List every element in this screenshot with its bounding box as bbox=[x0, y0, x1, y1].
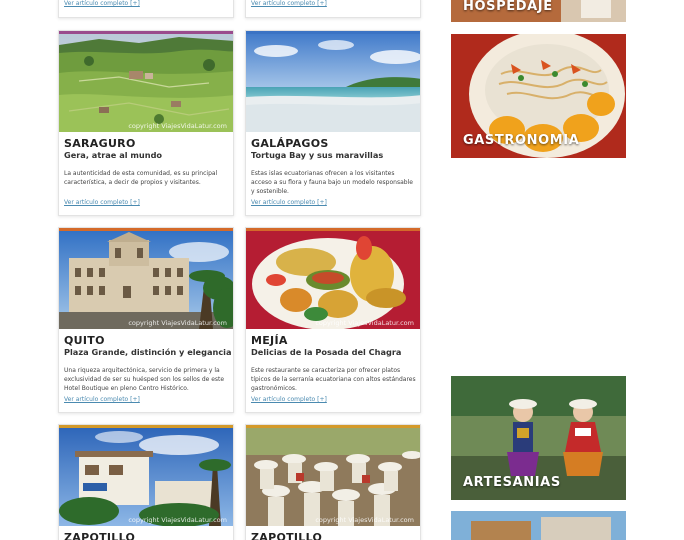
read-more-link[interactable]: Ver artículo completo [+] bbox=[64, 0, 140, 7]
card-subtitle: Gera, atrae al mundo bbox=[64, 150, 163, 160]
card-place: SARAGURO bbox=[64, 137, 136, 150]
quito-photo bbox=[59, 228, 233, 329]
card-place: GALÁPAGOS bbox=[251, 137, 329, 150]
zapotillo-hotel-photo bbox=[59, 425, 233, 526]
read-more-link[interactable]: Ver artículo completo [+] bbox=[251, 0, 327, 7]
next-promo-photo bbox=[451, 511, 626, 540]
promo-artesanias[interactable]: ARTESANIAS bbox=[451, 376, 626, 500]
zapotillo-festival-photo bbox=[246, 425, 420, 526]
mejia-food-image[interactable]: copyright ViajesVidaLatur.com bbox=[246, 228, 420, 329]
article-card-saraguro[interactable]: copyright ViajesVidaLatur.com SARAGURO G… bbox=[58, 30, 234, 216]
promo-next[interactable] bbox=[451, 511, 626, 540]
image-copyright: copyright ViajesVidaLatur.com bbox=[128, 122, 227, 130]
saraguro-landscape-image[interactable]: copyright ViajesVidaLatur.com bbox=[59, 31, 233, 132]
image-copyright: copyright ViajesVidaLatur.com bbox=[315, 319, 414, 327]
read-more-link[interactable]: Ver artículo completo [+] bbox=[64, 199, 140, 206]
card-description: Una riqueza arquitectónica, servicio de … bbox=[64, 367, 225, 392]
image-accent-bar bbox=[59, 425, 233, 428]
read-more-link[interactable]: Ver artículo completo [+] bbox=[251, 199, 327, 206]
article-card-top-left: Ver artículo completo [+] bbox=[58, 0, 234, 18]
article-card-galapagos[interactable]: GALÁPAGOS Tortuga Bay y sus maravillas E… bbox=[245, 30, 421, 216]
image-copyright: copyright ViajesVidaLatur.com bbox=[128, 516, 227, 524]
image-accent-bar bbox=[246, 228, 420, 231]
card-place: QUITO bbox=[64, 334, 105, 347]
zapotillo-hotel-image[interactable]: copyright ViajesVidaLatur.com bbox=[59, 425, 233, 526]
galapagos-photo bbox=[246, 31, 420, 132]
quito-building-image[interactable]: copyright ViajesVidaLatur.com bbox=[59, 228, 233, 329]
galapagos-beach-image[interactable] bbox=[246, 31, 420, 132]
promo-label: HOSPEDAJE bbox=[463, 0, 553, 14]
image-accent-bar bbox=[59, 228, 233, 231]
article-card-zapotillo-1[interactable]: copyright ViajesVidaLatur.com ZAPOTILLO bbox=[58, 424, 234, 540]
article-card-quito[interactable]: copyright ViajesVidaLatur.com QUITO Plaz… bbox=[58, 227, 234, 413]
article-card-zapotillo-2[interactable]: copyright ViajesVidaLatur.com ZAPOTILLO bbox=[245, 424, 421, 540]
promo-label: GASTRONOMIA bbox=[463, 133, 580, 148]
promo-label: ARTESANIAS bbox=[463, 475, 561, 490]
card-subtitle: Delicias de la Posada del Chagra bbox=[251, 347, 402, 357]
card-description: La autenticidad de esta comunidad, es su… bbox=[64, 170, 218, 186]
image-copyright: copyright ViajesVidaLatur.com bbox=[128, 319, 227, 327]
image-copyright: copyright ViajesVidaLatur.com bbox=[315, 516, 414, 524]
card-place: ZAPOTILLO bbox=[64, 531, 136, 540]
zapotillo-festival-image[interactable]: copyright ViajesVidaLatur.com bbox=[246, 425, 420, 526]
card-description: Estas islas ecuatorianas ofrecen a los v… bbox=[251, 170, 413, 195]
read-more-link[interactable]: Ver artículo completo [+] bbox=[251, 396, 327, 403]
article-card-mejia[interactable]: copyright ViajesVidaLatur.com MEJÍA Deli… bbox=[245, 227, 421, 413]
card-place: MEJÍA bbox=[251, 334, 288, 347]
card-subtitle: Tortuga Bay y sus maravillas bbox=[251, 150, 384, 160]
image-accent-bar bbox=[246, 425, 420, 428]
card-description: Este restaurante se caracteriza por ofre… bbox=[251, 367, 416, 392]
card-subtitle: Plaza Grande, distinción y elegancia bbox=[64, 347, 232, 357]
mejia-photo bbox=[246, 228, 420, 329]
promo-hospedaje[interactable]: HOSPEDAJE bbox=[451, 0, 626, 22]
image-accent-bar bbox=[246, 31, 420, 34]
saraguro-photo bbox=[59, 31, 233, 132]
article-card-top-right: Ver artículo completo [+] bbox=[245, 0, 421, 18]
image-accent-bar bbox=[59, 31, 233, 34]
read-more-link[interactable]: Ver artículo completo [+] bbox=[64, 396, 140, 403]
card-place: ZAPOTILLO bbox=[251, 531, 323, 540]
promo-gastronomia[interactable]: GASTRONOMIA bbox=[451, 34, 626, 158]
